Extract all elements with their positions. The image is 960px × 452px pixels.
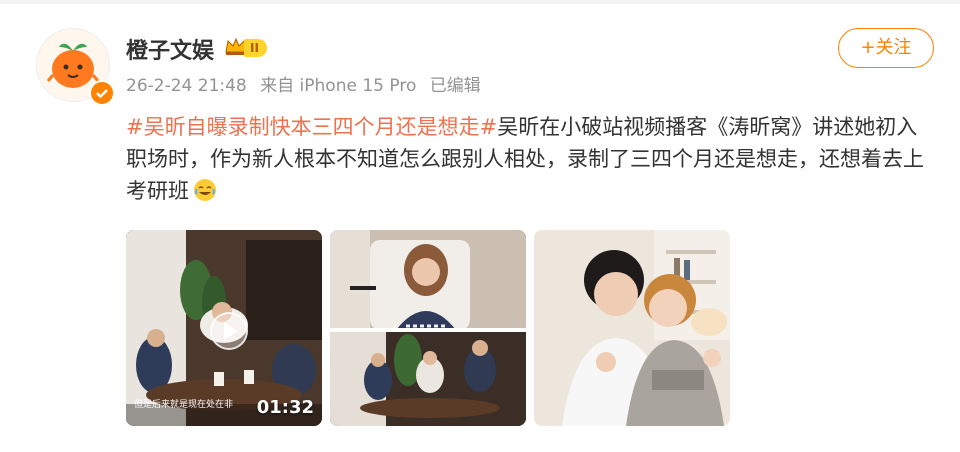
post-text: #吴昕自曝录制快本三四个月还是想走#吴昕在小破站视频播客《涛昕窝》讲述她初入职场… [126,111,938,207]
video-duration: 01:32 [256,397,314,418]
video-thumbnail[interactable]: 但是后来就是现在处在非 01:32 [126,230,322,426]
edited-label[interactable]: 已编辑 [430,76,481,96]
username[interactable]: 橙子文娱 [126,33,214,65]
member-level-badge[interactable]: II [244,39,267,57]
laugh-cry-emoji-icon [193,178,217,202]
video-subtitle: 但是后来就是现在处在非 [134,400,234,410]
follow-button[interactable]: +关注 [838,28,934,68]
image-thumbnail-3[interactable] [534,230,730,426]
topic-link[interactable]: #吴昕自曝录制快本三四个月还是想走# [126,115,497,139]
podcast-still-image [330,230,526,426]
verified-icon [89,80,115,106]
post-date[interactable]: 26-2-24 21:48 [126,76,247,96]
play-button-icon[interactable] [210,312,248,350]
post-meta: 26-2-24 21:48 来自 iPhone 15 Pro 已编辑 [126,71,489,96]
selfie-photo-image [534,230,730,426]
image-thumbnail-2[interactable] [330,230,526,426]
top-divider [0,0,960,4]
post-source: 来自 iPhone 15 Pro [260,76,417,96]
